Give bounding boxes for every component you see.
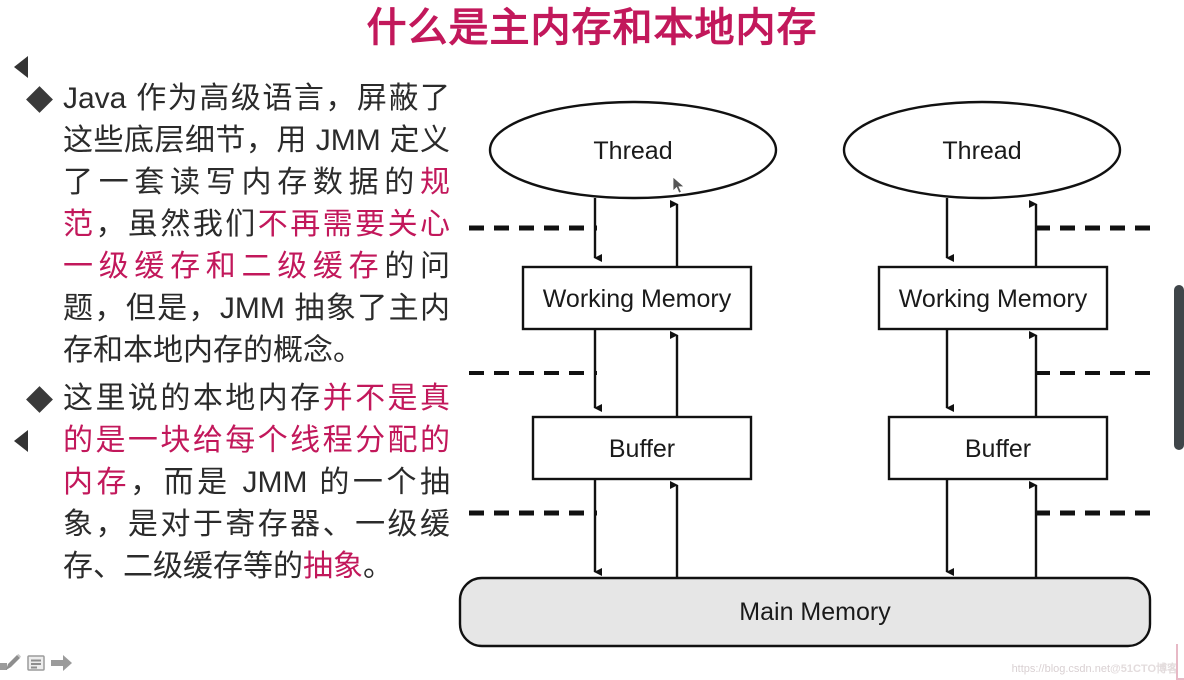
buffer-label: Buffer bbox=[609, 435, 675, 463]
working-memory-label: Working Memory bbox=[899, 285, 1088, 313]
text-segment: Java 作为高级语言，屏蔽了这些底层细节，用 JMM 定义了一套读写内存数据的 bbox=[63, 82, 450, 199]
text-segment: 。 bbox=[363, 550, 393, 583]
thread-label: Thread bbox=[593, 137, 672, 165]
note-icon[interactable] bbox=[26, 653, 46, 678]
bullet-1-text: Java 作为高级语言，屏蔽了这些底层细节，用 JMM 定义了一套读写内存数据的… bbox=[63, 78, 450, 372]
thread-column-1: Thread Working Memory Buffer bbox=[488, 100, 778, 578]
jmm-memory-diagram: Thread Working Memory Buffer Thread Work… bbox=[455, 95, 1155, 670]
watermark: https://blog.csdn.net@51CTO博客 bbox=[1012, 660, 1178, 676]
decorative-corner-frame bbox=[1176, 644, 1184, 680]
bullet-item-1: Java 作为高级语言，屏蔽了这些底层细节，用 JMM 定义了一套读写内存数据的… bbox=[26, 78, 450, 372]
watermark-url: https://blog.csdn.net bbox=[1011, 663, 1111, 675]
nav-prev-arrow-icon[interactable] bbox=[14, 56, 28, 78]
nav-next-arrow-icon[interactable] bbox=[14, 430, 28, 452]
scrollbar-thumb[interactable] bbox=[1174, 285, 1184, 450]
mouse-cursor bbox=[672, 176, 686, 201]
thread-column-2: Thread Working Memory Buffer bbox=[842, 100, 1122, 578]
main-memory-label: Main Memory bbox=[739, 598, 891, 626]
scrollbar-track[interactable] bbox=[1174, 0, 1184, 680]
arrow-right-icon[interactable] bbox=[50, 653, 74, 678]
text-segment: ，虽然我们 bbox=[95, 208, 258, 241]
buffer-label: Buffer bbox=[965, 435, 1031, 463]
watermark-account: @51CTO博客 bbox=[1110, 663, 1178, 675]
working-memory-label: Working Memory bbox=[543, 285, 732, 313]
diamond-bullet-icon bbox=[26, 86, 53, 113]
page-title: 什么是主内存和本地内存 bbox=[366, 6, 818, 50]
text-segment-highlight: 抽象 bbox=[303, 550, 363, 583]
diamond-bullet-icon bbox=[26, 386, 53, 413]
content-text-column: Java 作为高级语言，屏蔽了这些底层细节，用 JMM 定义了一套读写内存数据的… bbox=[26, 78, 450, 588]
pen-icon[interactable] bbox=[0, 651, 22, 678]
thread-label: Thread bbox=[942, 137, 1021, 165]
slide-canvas: 什么是主内存和本地内存 Java 作为高级语言，屏蔽了这些底层细节，用 JMM … bbox=[0, 0, 1184, 680]
mini-toolbar bbox=[0, 651, 74, 678]
bullet-2-text: 这里说的本地内存并不是真的是一块给每个线程分配的内存，而是 JMM 的一个抽象，… bbox=[63, 378, 450, 588]
text-segment: 这里说的本地内存 bbox=[63, 382, 323, 415]
bullet-item-2: 这里说的本地内存并不是真的是一块给每个线程分配的内存，而是 JMM 的一个抽象，… bbox=[26, 378, 450, 588]
